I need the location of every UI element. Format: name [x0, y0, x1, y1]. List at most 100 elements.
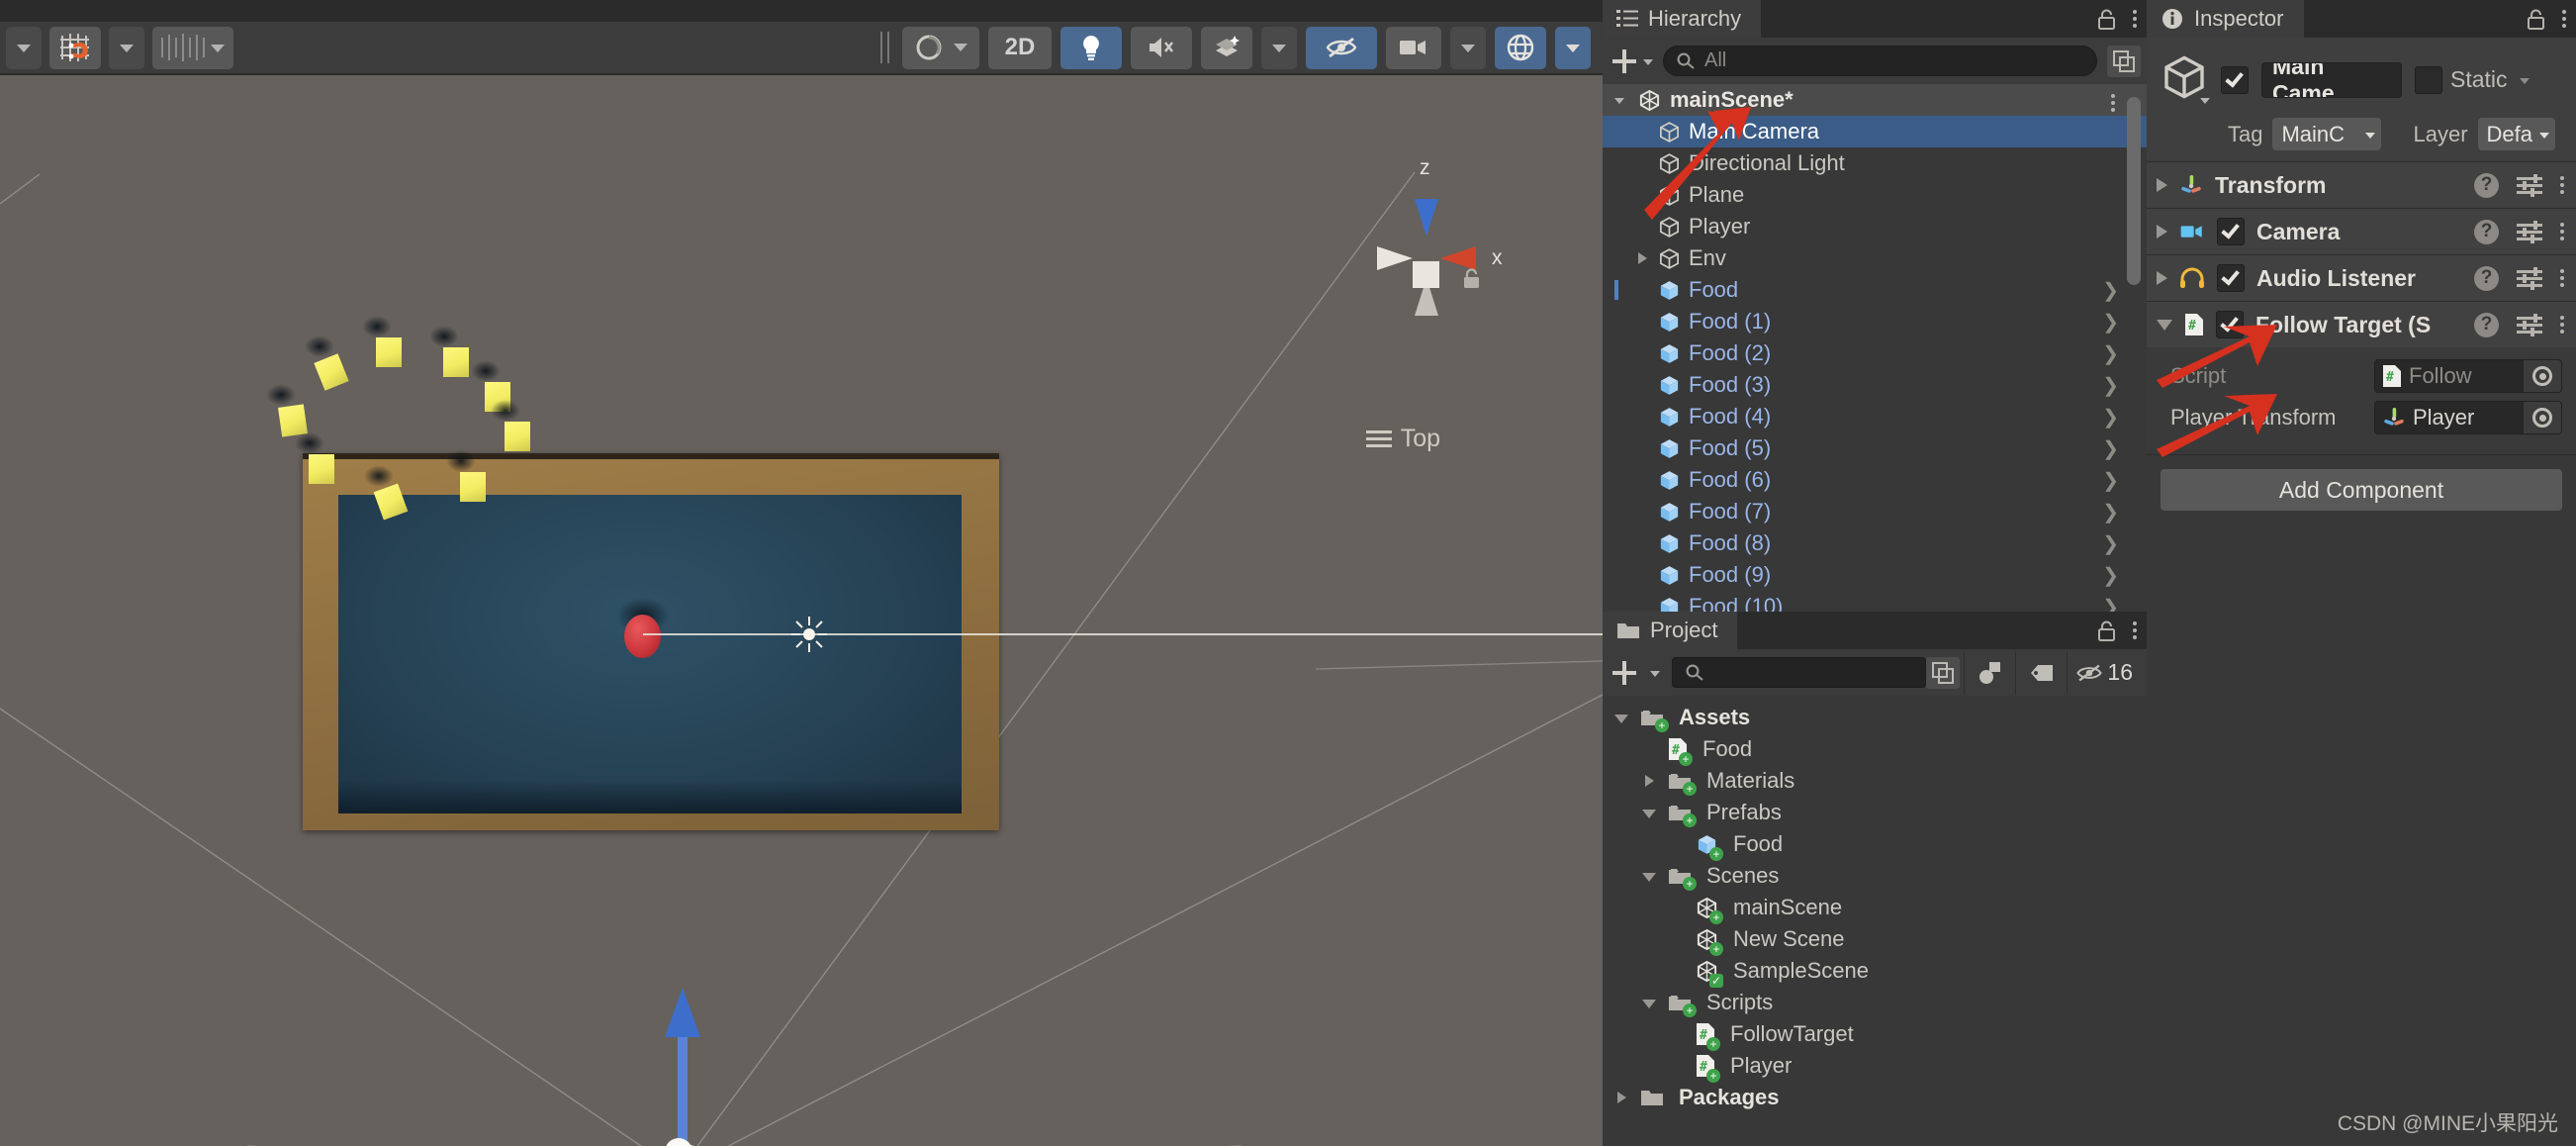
tag-dropdown[interactable]: MainC [2272, 118, 2382, 150]
scene-fx-button[interactable] [1201, 26, 1252, 69]
scene-audio-toggle[interactable] [1131, 26, 1192, 69]
hierarchy-item-food-3[interactable]: Food (3) ❯ [1603, 369, 2147, 401]
hierarchy-item-food-8[interactable]: Food (8) ❯ [1603, 527, 2147, 559]
project-item-food[interactable]: # + Food [1603, 733, 2147, 766]
gizmo-center-cube[interactable] [1413, 261, 1439, 288]
chevron-right-icon[interactable] [1638, 252, 1647, 264]
project-item-player[interactable]: # + Player [1603, 1050, 2147, 1083]
chevron-down-icon[interactable] [1642, 1000, 1656, 1008]
tab-hierarchy[interactable]: Hierarchy [1603, 0, 1762, 38]
hierarchy-scene-root[interactable]: mainScene* [1603, 84, 2147, 116]
hierarchy-item-food-4[interactable]: Food (4) ❯ [1603, 401, 2147, 432]
hierarchy-scrollbar[interactable] [2125, 71, 2143, 606]
grid-snap-dropdown[interactable] [109, 26, 144, 69]
chevron-right-icon[interactable]: ❯ [2102, 405, 2119, 430]
scene-lighting-toggle[interactable] [1060, 26, 1122, 69]
chevron-right-icon[interactable]: ❯ [2102, 373, 2119, 398]
tool-hand-button[interactable] [6, 26, 42, 69]
hierarchy-item-food-9[interactable]: Food (9) ❯ [1603, 559, 2147, 591]
scene-view[interactable]: z x Top Main Camera [0, 75, 1603, 1146]
component-header[interactable]: Audio Listener? [2147, 255, 2576, 301]
project-item-food[interactable]: + Food [1603, 828, 2147, 861]
kebab-menu-icon[interactable] [2560, 316, 2564, 334]
component-enabled-checkbox[interactable] [2217, 264, 2245, 292]
food-object[interactable] [443, 347, 469, 377]
project-item-new-scene[interactable]: + New Scene [1603, 923, 2147, 956]
hierarchy-add-button[interactable] [1612, 48, 1653, 73]
hierarchy-item-food-2[interactable]: Food (2) ❯ [1603, 337, 2147, 369]
gizmos-toggle[interactable] [1495, 26, 1546, 69]
presets-icon[interactable] [2517, 221, 2542, 243]
scene-fx-dropdown[interactable] [1261, 26, 1297, 69]
object-reference-field[interactable]: Player [2374, 401, 2562, 434]
food-object[interactable] [309, 454, 334, 484]
hierarchy-item-directional-light[interactable]: Directional Light [1603, 147, 2147, 179]
gameobject-icon-wrap[interactable] [2161, 53, 2210, 106]
camera-settings-dropdown[interactable] [1450, 26, 1486, 69]
unlock-icon[interactable] [2098, 9, 2115, 30]
food-object[interactable] [278, 404, 308, 437]
static-checkbox[interactable] [2415, 65, 2442, 94]
food-object[interactable] [505, 422, 530, 451]
project-item-prefabs[interactable]: + Prefabs [1603, 797, 2147, 828]
project-item-scripts[interactable]: + Scripts [1603, 987, 2147, 1018]
chevron-down-icon[interactable] [1614, 715, 1628, 723]
hierarchy-item-food-5[interactable]: Food (5) ❯ [1603, 432, 2147, 464]
project-item-assets[interactable]: + Assets [1603, 702, 2147, 733]
chevron-right-icon[interactable]: ❯ [2102, 310, 2119, 334]
project-add-button[interactable] [1612, 660, 1660, 685]
food-object[interactable] [376, 337, 402, 367]
project-item-samplescene[interactable]: ✓ SampleScene [1603, 955, 2147, 988]
light-gizmo-icon[interactable] [789, 615, 829, 654]
hierarchy-item-food-6[interactable]: Food (6) ❯ [1603, 464, 2147, 496]
chevron-right-icon[interactable]: ❯ [2102, 436, 2119, 461]
chevron-right-icon[interactable] [2157, 178, 2167, 192]
hierarchy-item-env[interactable]: Env [1603, 242, 2147, 274]
question-icon[interactable]: ? [2474, 312, 2499, 337]
gameobject-enabled-checkbox[interactable] [2221, 65, 2249, 94]
hierarchy-item-list[interactable]: Main Camera Directional Light Plane Player E… [1603, 116, 2147, 612]
project-search-input[interactable] [1672, 657, 1927, 688]
tab-inspector[interactable]: Inspector [2147, 0, 2304, 38]
scene-visibility-toggle[interactable] [1306, 26, 1377, 69]
scene-kebab-menu-icon[interactable] [2111, 94, 2115, 112]
project-item-materials[interactable]: + Materials [1603, 765, 2147, 797]
chevron-right-icon[interactable] [1617, 1092, 1626, 1103]
asset-label-filter-button[interactable] [2015, 650, 2067, 695]
project-item-mainscene[interactable]: + mainScene [1603, 892, 2147, 924]
chevron-right-icon[interactable] [1645, 775, 1654, 787]
add-component-button[interactable]: Add Component [2161, 469, 2562, 511]
object-picker-button[interactable] [2524, 360, 2561, 392]
chevron-right-icon[interactable]: ❯ [2102, 500, 2119, 525]
project-tree[interactable]: + Assets # + Food + Materials + Prefabs + Food + Sce… [1603, 696, 2147, 1113]
component-enabled-checkbox[interactable] [2216, 311, 2244, 338]
chevron-right-icon[interactable]: ❯ [2102, 468, 2119, 493]
chevron-down-icon[interactable] [1642, 810, 1656, 818]
project-search-expand-button[interactable] [1926, 656, 1961, 689]
object-picker-button[interactable] [2524, 402, 2561, 433]
chevron-right-icon[interactable]: ❯ [2102, 341, 2119, 366]
chevron-right-icon[interactable]: ❯ [2102, 595, 2119, 613]
question-icon[interactable]: ? [2474, 219, 2499, 244]
camera-gizmo[interactable] [633, 986, 732, 1146]
unlock-icon[interactable] [2098, 621, 2115, 641]
project-item-scenes[interactable]: + Scenes [1603, 860, 2147, 892]
static-dropdown-icon[interactable] [2519, 78, 2530, 84]
gizmos-dropdown[interactable] [1555, 26, 1591, 69]
scene-orientation-gizmo[interactable]: z x Top [1318, 156, 1535, 452]
chevron-down-icon[interactable] [2157, 319, 2172, 331]
chevron-down-icon[interactable] [1642, 873, 1656, 882]
presets-icon[interactable] [2517, 314, 2542, 336]
question-icon[interactable]: ? [2474, 265, 2499, 291]
object-reference-field[interactable]: # Follow [2374, 359, 2562, 393]
tab-project[interactable]: Project [1603, 612, 1738, 649]
component-header[interactable]: # Follow Target (S? [2147, 302, 2576, 347]
hierarchy-item-food-7[interactable]: Food (7) ❯ [1603, 496, 2147, 527]
kebab-menu-icon[interactable] [2560, 176, 2564, 194]
hierarchy-search-input[interactable]: All [1663, 46, 2097, 76]
chevron-right-icon[interactable]: ❯ [2102, 563, 2119, 588]
kebab-menu-icon[interactable] [2133, 621, 2137, 639]
hierarchy-item-food[interactable]: Food ❯ [1603, 274, 2147, 306]
2d-toggle-button[interactable]: 2D [988, 26, 1052, 69]
project-item-followtarget[interactable]: # + FollowTarget [1603, 1018, 2147, 1051]
